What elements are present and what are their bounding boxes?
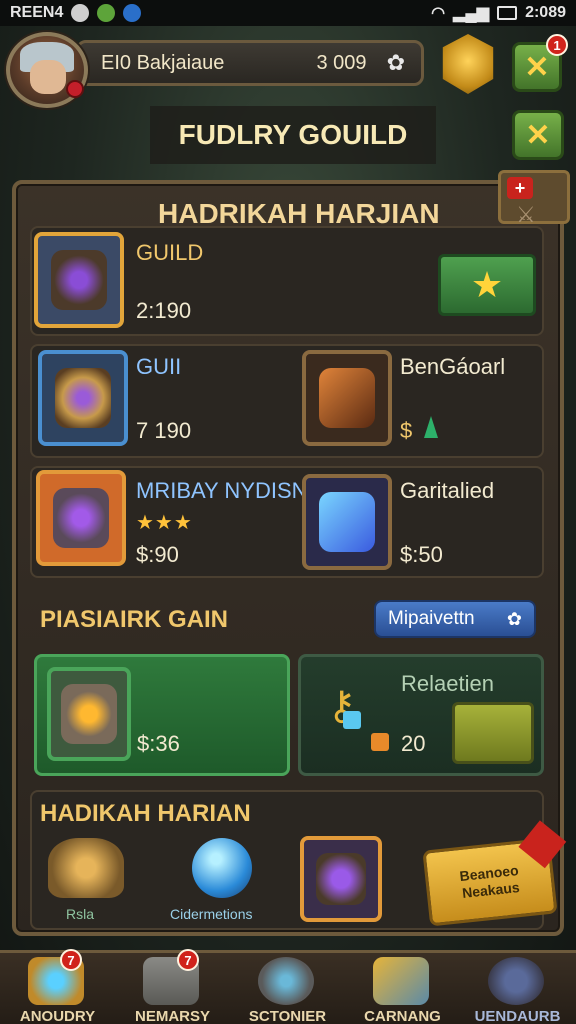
notification-badge: 1	[546, 34, 568, 56]
nav-badge-2: 7	[177, 949, 199, 971]
page-title: FUDLRY GOUILD	[150, 106, 436, 164]
offer-tag[interactable]: Beanoeo Neakaus	[422, 820, 567, 927]
quest-icon	[258, 957, 314, 1005]
armor-icon	[53, 488, 109, 548]
rating-stars-icon: ★★★	[136, 512, 193, 534]
section2-button-label: Mipaivettn	[388, 608, 475, 629]
bottom-nav: 7 ANOUDRY 7 NEMARSY SCTONIER CARNANG UEN…	[0, 949, 576, 1024]
row3-right-cost: $:50	[400, 542, 443, 567]
item-slot-shield[interactable]	[47, 667, 131, 761]
row2-right-cost: $	[400, 418, 413, 443]
portal-icon	[488, 957, 544, 1005]
relic-icon	[51, 250, 107, 310]
claim-button[interactable]	[452, 702, 534, 764]
chest-icon	[316, 853, 366, 905]
nav-item-carnang[interactable]: CARNANG	[345, 953, 460, 1024]
gem-orange-icon	[371, 733, 389, 751]
signal-icon: ▂▄▆	[453, 5, 490, 22]
nav-badge-1: 7	[60, 949, 82, 971]
row2-left-cost: 7 190	[136, 418, 192, 443]
nav-item-sctonier[interactable]: SCTONIER	[230, 953, 345, 1024]
nav-item-uendaurb[interactable]: UENDAURB	[460, 953, 575, 1024]
avatar-face	[30, 60, 66, 94]
player-score: 3 009	[316, 51, 367, 74]
nav-label: ANOUDRY	[19, 1008, 96, 1024]
settings-icon[interactable]: ✿	[387, 50, 405, 76]
status-bar: REEN4 ◠ ▂▄▆ 2:089	[0, 0, 576, 26]
helmet-icon	[55, 368, 111, 428]
player-name-plate[interactable]: EI0 Bakjaiaue 3 009 ✿	[76, 40, 424, 86]
materials-label: Relaetien	[401, 671, 494, 696]
wifi-icon: ◠	[431, 5, 446, 22]
clock: 2:089	[525, 4, 566, 21]
avatar-gem-icon	[66, 80, 84, 98]
star-icon: ★	[470, 264, 504, 305]
top-bar: EI0 Bakjaiaue 3 009 ✿ ✕ 1	[0, 30, 576, 108]
guild-emblem-icon[interactable]	[442, 34, 494, 94]
carrier-label: REEN4	[10, 4, 64, 21]
player-avatar[interactable]	[6, 32, 88, 108]
orb-icon[interactable]	[192, 838, 252, 898]
favorite-button[interactable]: ★	[438, 254, 536, 316]
nav-item-nemarsy[interactable]: 7 NEMARSY	[115, 949, 230, 1024]
item-slot-scroll[interactable]	[302, 350, 392, 446]
nav-label: UENDAURB	[474, 1008, 561, 1024]
shield-icon	[61, 684, 117, 744]
player-name: EI0 Bakjaiaue	[101, 51, 225, 74]
app-icon-2	[97, 4, 116, 22]
row1-label: GUILD	[136, 240, 204, 265]
section2-heading: PIASIAIRK GAIN	[40, 606, 229, 633]
row2-right-label: BenGáoarl	[400, 354, 506, 379]
battery-icon	[497, 6, 518, 20]
crystal-icon	[319, 492, 375, 552]
row2-left-label: GUII	[136, 354, 182, 379]
row3-left-cost: $:90	[136, 542, 179, 567]
app-icon-3	[123, 4, 142, 22]
materials-value: 20	[401, 731, 426, 756]
item2-caption: Cidermetions	[170, 906, 253, 922]
item1-caption: Rsla	[66, 906, 95, 922]
nav-label: CARNANG	[364, 1008, 441, 1024]
sword-icon: ⚔	[516, 202, 536, 227]
item-slot-chest[interactable]	[300, 836, 382, 922]
gear-icon: ✿	[506, 608, 522, 629]
nav-label: NEMARSY	[134, 1008, 210, 1024]
hammer-icon	[373, 957, 429, 1005]
item-slot-helmet[interactable]	[38, 350, 128, 446]
section3-heading: HADIKAH HARIAN	[40, 800, 251, 827]
app-icon-1	[71, 4, 90, 22]
reward-card-green[interactable]: $:36	[34, 654, 290, 776]
nav-item-anoudry[interactable]: 7 ANOUDRY	[0, 949, 115, 1024]
row1-cost: 2:190	[136, 298, 192, 323]
item-slot-armor[interactable]	[36, 470, 126, 566]
scroll-icon	[319, 368, 375, 428]
gem-blue-icon	[343, 711, 361, 729]
row3-right-label: Garitalied	[400, 478, 495, 503]
plus-icon[interactable]: +	[507, 177, 533, 199]
reward-value: $:36	[137, 731, 180, 756]
nav-label: SCTONIER	[248, 1008, 327, 1024]
section2-action-button[interactable]: Mipaivettn ✿	[374, 600, 536, 638]
trophy-icon[interactable]	[48, 838, 124, 898]
dismiss-button[interactable]: ✕	[512, 110, 564, 160]
row3-left-label: MRIBAY NYDISN	[136, 478, 308, 503]
item-slot-guild[interactable]	[34, 232, 124, 328]
item-slot-crystal[interactable]	[302, 474, 392, 570]
